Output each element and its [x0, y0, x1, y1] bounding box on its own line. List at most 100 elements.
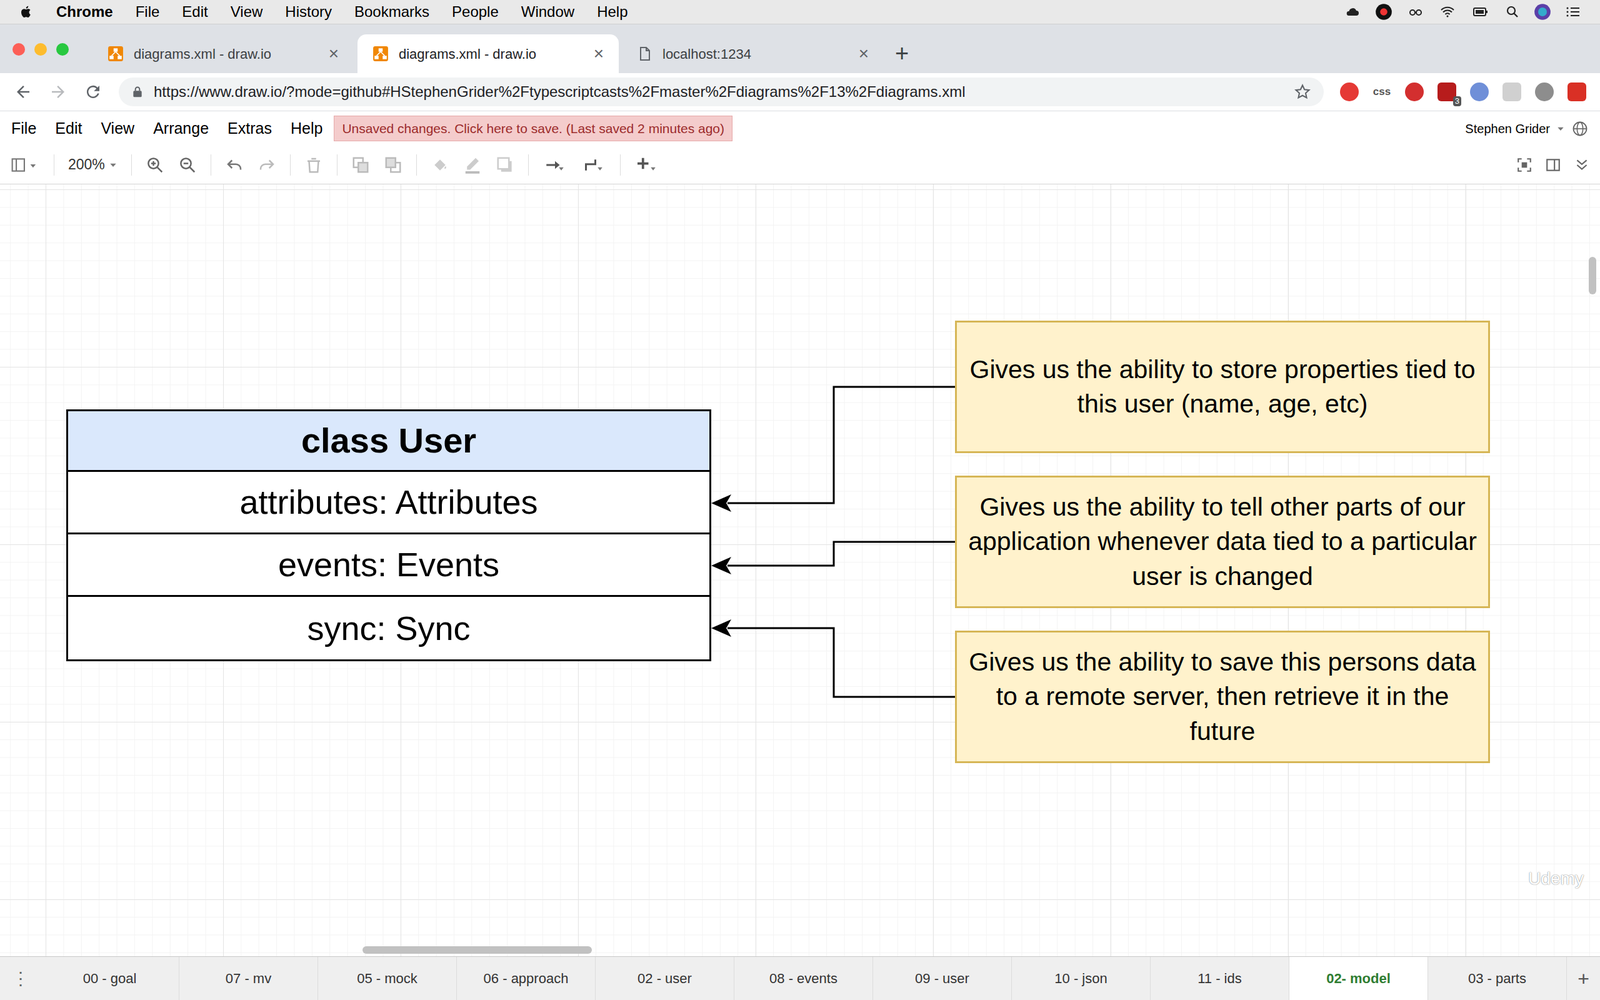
extension-icon[interactable] — [1405, 82, 1424, 102]
page-tab[interactable]: 10 - json — [1011, 956, 1151, 1000]
undo-icon[interactable] — [225, 155, 244, 175]
menubar-item[interactable]: Edit — [181, 0, 208, 24]
extension-icon[interactable]: 3 — [1437, 82, 1457, 102]
browser-tab[interactable]: diagrams.xml - draw.io× — [357, 34, 619, 74]
siri-icon[interactable] — [1533, 3, 1552, 21]
minimize-window-icon[interactable] — [34, 43, 47, 56]
reload-icon[interactable] — [83, 82, 103, 102]
close-window-icon[interactable] — [12, 43, 25, 56]
address-bar[interactable]: https://www.draw.io/?mode=github#HStephe… — [118, 77, 1324, 107]
star-icon[interactable] — [1293, 83, 1312, 101]
connector-line[interactable] — [727, 541, 955, 566]
class-field[interactable]: events: Events — [68, 534, 710, 597]
extension-icon[interactable] — [1470, 82, 1489, 102]
menubar-item[interactable]: File — [135, 0, 160, 24]
user-menu[interactable]: Stephen Grider — [1465, 119, 1589, 139]
connection-icon[interactable] — [542, 155, 568, 175]
zoom-in-icon[interactable] — [145, 155, 165, 175]
zoom-select[interactable]: 200% — [68, 153, 118, 176]
unsaved-notice[interactable]: Unsaved changes. Click here to save. (La… — [333, 115, 733, 142]
menubar-item[interactable]: Help — [596, 0, 628, 24]
panel-toggle-icon[interactable] — [10, 155, 40, 175]
zoom-level[interactable]: 200% — [68, 153, 105, 176]
menu-item[interactable]: Edit — [55, 116, 82, 141]
vertical-scrollbar[interactable] — [1588, 256, 1597, 295]
browser-tab[interactable]: diagrams.xml - draw.io× — [92, 34, 354, 74]
class-box[interactable]: class Userattributes: Attributesevents: … — [66, 409, 712, 662]
horizontal-scrollbar[interactable] — [362, 946, 592, 954]
class-title[interactable]: class User — [68, 411, 710, 472]
fullscreen-icon[interactable] — [1516, 156, 1533, 174]
to-front-icon[interactable] — [351, 155, 370, 175]
extension-icon[interactable] — [1535, 82, 1554, 102]
zoom-out-icon[interactable] — [178, 155, 197, 175]
page-tab[interactable]: 03 - parts — [1428, 956, 1567, 1000]
back-icon[interactable] — [13, 82, 33, 102]
insert-icon[interactable] — [634, 155, 660, 175]
cloud-icon[interactable] — [1343, 4, 1362, 20]
class-field[interactable]: sync: Sync — [68, 596, 710, 660]
search-icon[interactable] — [1505, 4, 1520, 20]
tab-close-button[interactable]: × — [328, 45, 339, 63]
app-status-icon[interactable] — [1375, 3, 1393, 21]
menubar-item[interactable]: Window — [521, 0, 575, 24]
menu-item[interactable]: Arrange — [153, 116, 209, 141]
menu-item[interactable]: View — [100, 116, 135, 141]
diagram-canvas[interactable]: class Userattributes: Attributesevents: … — [0, 184, 1600, 957]
list-icon[interactable] — [1565, 4, 1582, 20]
extension-icon[interactable]: css — [1372, 82, 1392, 102]
caret-down-icon[interactable] — [1556, 124, 1565, 134]
new-tab-button[interactable]: + — [895, 41, 909, 65]
menu-item[interactable]: File — [11, 116, 37, 141]
line-color-icon[interactable] — [463, 155, 482, 175]
wifi-icon[interactable] — [1438, 4, 1457, 20]
zoom-window-icon[interactable] — [56, 43, 69, 56]
extension-icon[interactable] — [1502, 82, 1522, 102]
pages-menu-button[interactable]: ⋮ — [0, 956, 41, 1000]
page-tab[interactable]: 00 - goal — [40, 956, 180, 1000]
waypoints-icon[interactable] — [581, 155, 607, 175]
apple-icon[interactable] — [18, 3, 34, 20]
note-box[interactable]: Gives us the ability to tell other parts… — [955, 475, 1490, 609]
menubar-item[interactable]: View — [230, 0, 264, 24]
globe-icon[interactable] — [1571, 120, 1589, 138]
page-tab[interactable]: 06 - approach — [456, 956, 596, 1000]
collapse-icon[interactable] — [1573, 156, 1590, 174]
forward-icon[interactable] — [48, 82, 68, 102]
menubar-item[interactable]: Bookmarks — [354, 0, 430, 24]
class-field[interactable]: attributes: Attributes — [68, 471, 710, 535]
page-tab[interactable]: 05 - mock — [318, 956, 457, 1000]
page-tab[interactable]: 08 - events — [734, 956, 874, 1000]
menubar-item[interactable]: People — [451, 0, 499, 24]
app-menu[interactable]: Chrome — [56, 0, 114, 24]
menu-item[interactable]: Extras — [227, 116, 272, 141]
page-tab[interactable]: 09 - user — [873, 956, 1012, 1000]
add-page-button[interactable]: + — [1566, 956, 1600, 1000]
fill-color-icon[interactable] — [430, 155, 450, 175]
battery-icon[interactable] — [1470, 4, 1492, 20]
redo-icon[interactable] — [257, 155, 277, 175]
tab-close-button[interactable]: × — [593, 45, 604, 63]
page-tab[interactable]: 11 - ids — [1150, 956, 1290, 1000]
url-text[interactable]: https://www.draw.io/?mode=github#HStephe… — [153, 80, 1284, 104]
connector-line[interactable] — [727, 386, 955, 504]
delete-icon[interactable] — [304, 155, 324, 175]
user-name[interactable]: Stephen Grider — [1465, 119, 1550, 139]
note-box[interactable]: Gives us the ability to store properties… — [955, 320, 1490, 454]
page-tab[interactable]: 07 - mv — [179, 956, 319, 1000]
caret-down-icon[interactable] — [108, 160, 118, 170]
page-tab[interactable]: 02- model — [1289, 956, 1429, 1000]
shadow-icon[interactable] — [495, 155, 515, 175]
menubar-item[interactable]: History — [285, 0, 332, 24]
extension-icon[interactable] — [1567, 82, 1587, 102]
menu-item[interactable]: Help — [290, 116, 323, 141]
page-tab[interactable]: 02 - user — [595, 956, 735, 1000]
extension-icon[interactable] — [1340, 82, 1359, 102]
connector-line[interactable] — [727, 628, 955, 697]
note-box[interactable]: Gives us the ability to save this person… — [955, 630, 1490, 764]
glasses-icon[interactable] — [1406, 4, 1425, 20]
tab-close-button[interactable]: × — [858, 45, 869, 63]
to-back-icon[interactable] — [383, 155, 403, 175]
lock-icon[interactable] — [131, 84, 144, 100]
browser-tab[interactable]: localhost:1234× — [622, 34, 884, 74]
